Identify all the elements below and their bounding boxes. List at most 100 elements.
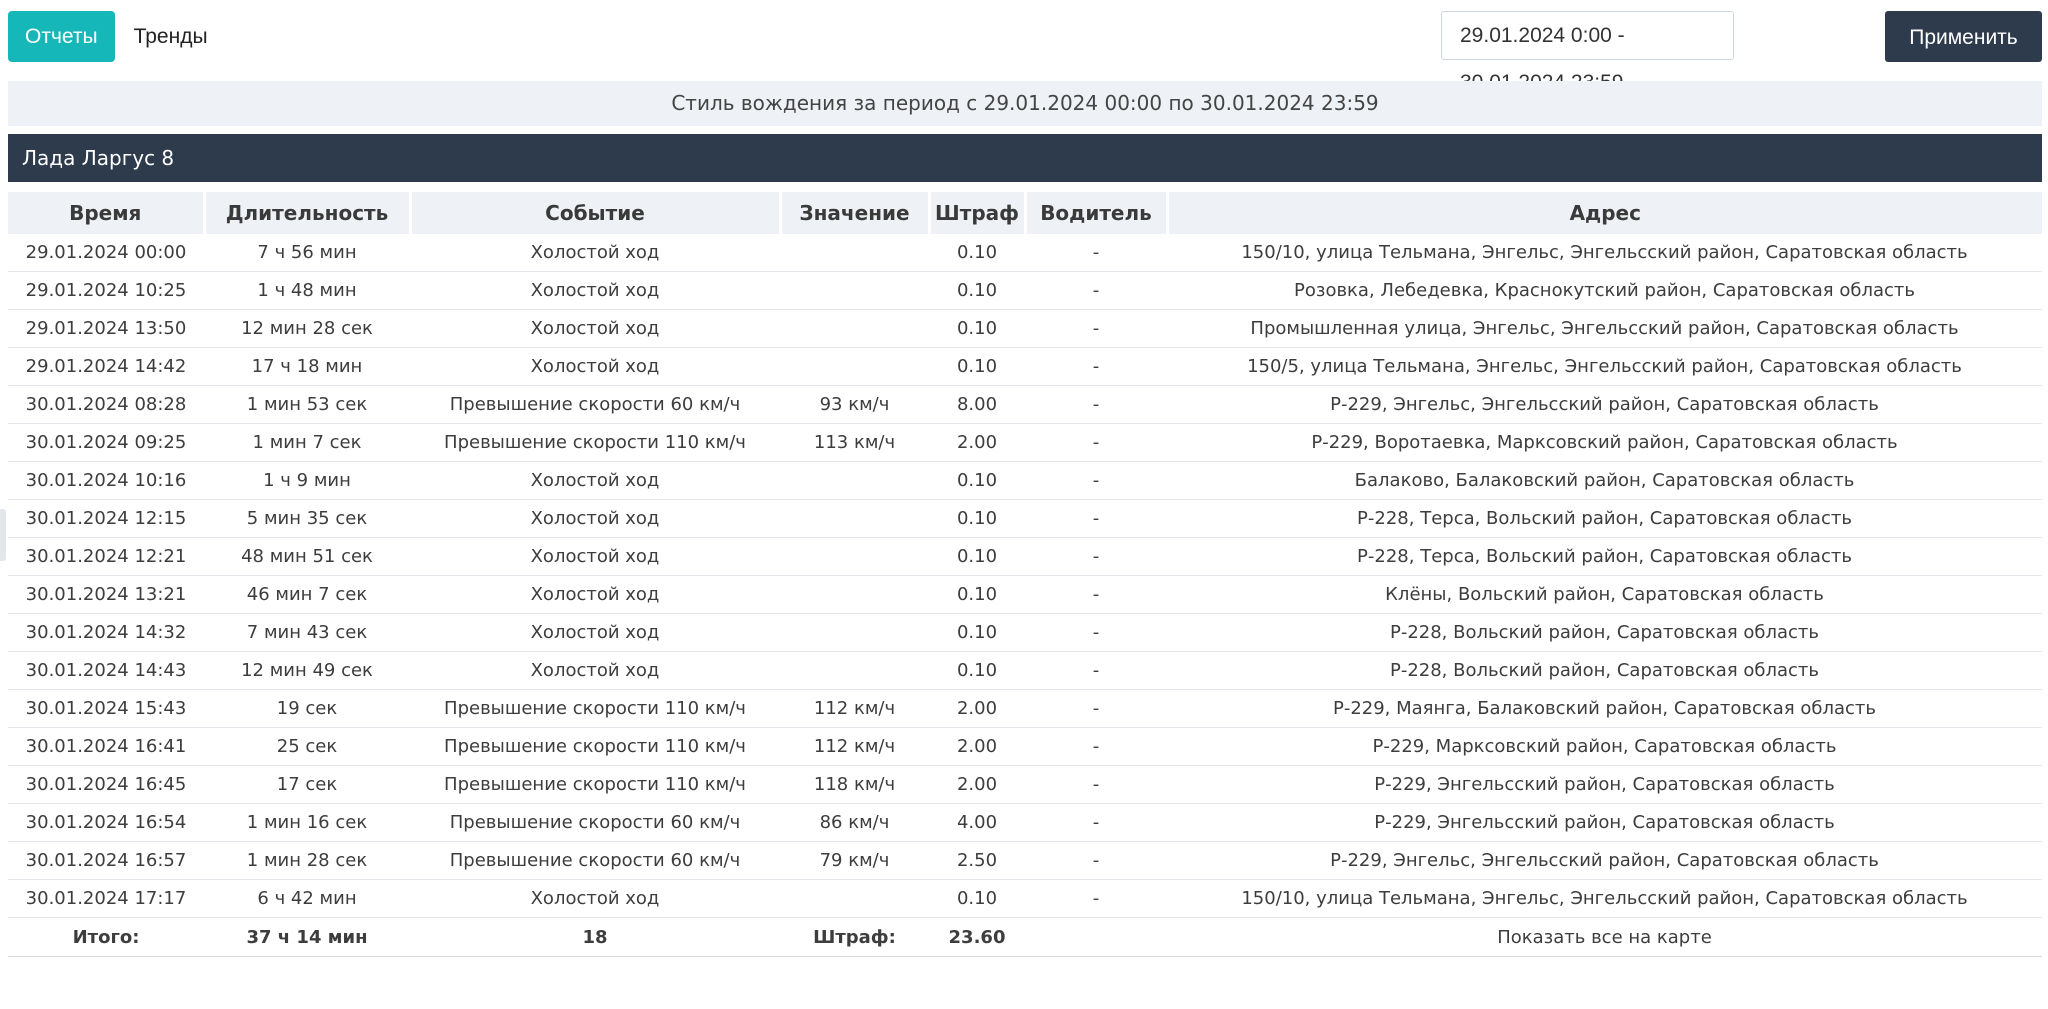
cell-fine: 8.00 bbox=[929, 385, 1025, 424]
cell-duration: 1 ч 48 мин bbox=[204, 271, 410, 310]
cell-duration: 17 сек bbox=[204, 765, 410, 804]
table-row[interactable]: 29.01.2024 10:25 1 ч 48 мин Холостой ход 0.… bbox=[8, 271, 2042, 310]
cell-address: Розовка, Лебедевка, Краснокутский район,… bbox=[1167, 271, 2042, 310]
cell-duration: 1 мин 7 сек bbox=[204, 423, 410, 462]
cell-duration: 7 ч 56 мин bbox=[204, 234, 410, 272]
cell-value bbox=[780, 537, 929, 576]
cell-value: 118 км/ч bbox=[780, 765, 929, 804]
cell-address: Р-229, Воротаевка, Марксовский район, Са… bbox=[1167, 423, 2042, 462]
table-row[interactable]: 30.01.2024 09:25 1 мин 7 сек Превышение ск… bbox=[8, 423, 2042, 462]
totals-label: Итого: bbox=[8, 917, 204, 957]
cell-address: 150/5, улица Тельмана, Энгельс, Энгельсс… bbox=[1167, 347, 2042, 386]
cell-fine: 0.10 bbox=[929, 879, 1025, 918]
cell-address: Промышленная улица, Энгельс, Энгельсский… bbox=[1167, 309, 2042, 348]
cell-driver: - bbox=[1025, 765, 1167, 804]
cell-address: 150/10, улица Тельмана, Энгельс, Энгельс… bbox=[1167, 234, 2042, 272]
cell-driver: - bbox=[1025, 423, 1167, 462]
cell-duration: 1 мин 28 сек bbox=[204, 841, 410, 880]
cell-address: 150/10, улица Тельмана, Энгельс, Энгельс… bbox=[1167, 879, 2042, 918]
cell-event: Превышение скорости 60 км/ч bbox=[410, 841, 780, 880]
cell-value bbox=[780, 879, 929, 918]
vehicle-header[interactable]: Лада Ларгус 8 bbox=[8, 134, 2042, 182]
table-row[interactable]: 30.01.2024 17:17 6 ч 42 мин Холостой ход 0.… bbox=[8, 879, 2042, 918]
cell-value bbox=[780, 499, 929, 538]
report-page: Отчеты Тренды 29.01.2024 0:00 - 30.01.20… bbox=[0, 0, 2048, 1009]
table-row[interactable]: 30.01.2024 12:21 48 мин 51 сек Холостой хо… bbox=[8, 537, 2042, 576]
cell-fine: 2.50 bbox=[929, 841, 1025, 880]
table-row[interactable]: 30.01.2024 10:16 1 ч 9 мин Холостой ход 0.1… bbox=[8, 461, 2042, 500]
table-row[interactable]: 30.01.2024 14:32 7 мин 43 сек Холостой ход… bbox=[8, 613, 2042, 652]
cell-time: 29.01.2024 13:50 bbox=[8, 309, 204, 348]
cell-driver: - bbox=[1025, 271, 1167, 310]
cell-driver: - bbox=[1025, 309, 1167, 348]
cell-duration: 5 мин 35 сек bbox=[204, 499, 410, 538]
cell-driver: - bbox=[1025, 461, 1167, 500]
cell-value: 86 км/ч bbox=[780, 803, 929, 842]
table-row[interactable]: 30.01.2024 16:45 17 сек Превышение скорост… bbox=[8, 765, 2042, 804]
table-row[interactable]: 30.01.2024 16:54 1 мин 16 сек Превышение с… bbox=[8, 803, 2042, 842]
cell-fine: 0.10 bbox=[929, 499, 1025, 538]
table-row[interactable]: 29.01.2024 13:50 12 мин 28 сек Холостой хо… bbox=[8, 309, 2042, 348]
column-header-duration[interactable]: Длительность bbox=[202, 192, 410, 234]
cell-event: Холостой ход bbox=[410, 234, 780, 272]
cell-duration: 1 мин 16 сек bbox=[204, 803, 410, 842]
cell-address: Клёны, Вольский район, Саратовская облас… bbox=[1167, 575, 2042, 614]
totals-driver-empty bbox=[1025, 917, 1167, 957]
cell-fine: 0.10 bbox=[929, 309, 1025, 348]
column-header-value[interactable]: Значение bbox=[778, 192, 929, 234]
cell-event: Холостой ход bbox=[410, 613, 780, 652]
cell-duration: 48 мин 51 сек bbox=[204, 537, 410, 576]
cell-event: Превышение скорости 110 км/ч bbox=[410, 423, 780, 462]
totals-count: 18 bbox=[410, 917, 780, 957]
cell-event: Превышение скорости 110 км/ч bbox=[410, 765, 780, 804]
tab-trends[interactable]: Тренды bbox=[117, 11, 225, 62]
cell-driver: - bbox=[1025, 803, 1167, 842]
cell-time: 30.01.2024 12:15 bbox=[8, 499, 204, 538]
cell-event: Холостой ход bbox=[410, 879, 780, 918]
cell-driver: - bbox=[1025, 234, 1167, 272]
table-row[interactable]: 30.01.2024 13:21 46 мин 7 сек Холостой ход… bbox=[8, 575, 2042, 614]
column-header-fine[interactable]: Штраф bbox=[927, 192, 1025, 234]
table-row[interactable]: 29.01.2024 14:42 17 ч 18 мин Холостой ход 0… bbox=[8, 347, 2042, 386]
cell-value bbox=[780, 651, 929, 690]
tab-reports[interactable]: Отчеты bbox=[8, 11, 115, 62]
cell-time: 29.01.2024 10:25 bbox=[8, 271, 204, 310]
table-row[interactable]: 30.01.2024 16:41 25 сек Превышение скорост… bbox=[8, 727, 2042, 766]
tab-bar: Отчеты Тренды bbox=[8, 11, 225, 62]
cell-address: Р-228, Терса, Вольский район, Саратовска… bbox=[1167, 537, 2042, 576]
cell-driver: - bbox=[1025, 841, 1167, 880]
table-row[interactable]: 30.01.2024 12:15 5 мин 35 сек Холостой ход… bbox=[8, 499, 2042, 538]
sidebar-toggle-handle[interactable] bbox=[0, 509, 6, 561]
apply-button[interactable]: Применить bbox=[1885, 11, 2042, 62]
table-row[interactable]: 29.01.2024 00:00 7 ч 56 мин Холостой ход 0.… bbox=[8, 234, 2042, 272]
column-header-time[interactable]: Время bbox=[8, 192, 204, 234]
cell-address: Р-229, Энгельсский район, Саратовская об… bbox=[1167, 803, 2042, 842]
cell-value bbox=[780, 347, 929, 386]
table-row[interactable]: 30.01.2024 16:57 1 мин 28 сек Превышение с… bbox=[8, 841, 2042, 880]
cell-address: Балаково, Балаковский район, Саратовская… bbox=[1167, 461, 2042, 500]
column-header-address[interactable]: Адрес bbox=[1165, 192, 2042, 234]
cell-driver: - bbox=[1025, 689, 1167, 728]
cell-event: Холостой ход bbox=[410, 537, 780, 576]
date-range-input[interactable]: 29.01.2024 0:00 - 30.01.2024 23:59 bbox=[1441, 11, 1734, 94]
cell-driver: - bbox=[1025, 575, 1167, 614]
cell-fine: 0.10 bbox=[929, 461, 1025, 500]
cell-duration: 1 ч 9 мин bbox=[204, 461, 410, 500]
cell-event: Холостой ход bbox=[410, 575, 780, 614]
totals-fine-label: Штраф: bbox=[780, 917, 929, 957]
cell-fine: 0.10 bbox=[929, 234, 1025, 272]
show-all-on-map-link[interactable]: Показать все на карте bbox=[1167, 917, 2042, 957]
cell-driver: - bbox=[1025, 727, 1167, 766]
cell-driver: - bbox=[1025, 879, 1167, 918]
column-header-driver[interactable]: Водитель bbox=[1023, 192, 1167, 234]
table-row[interactable]: 30.01.2024 14:43 12 мин 49 сек Холостой хо… bbox=[8, 651, 2042, 690]
table-body: 29.01.2024 00:00 7 ч 56 мин Холостой ход 0.… bbox=[8, 234, 2042, 918]
cell-duration: 6 ч 42 мин bbox=[204, 879, 410, 918]
cell-event: Превышение скорости 60 км/ч bbox=[410, 385, 780, 424]
table-row[interactable]: 30.01.2024 08:28 1 мин 53 сек Превышение с… bbox=[8, 385, 2042, 424]
cell-value: 112 км/ч bbox=[780, 689, 929, 728]
table-row[interactable]: 30.01.2024 15:43 19 сек Превышение скорост… bbox=[8, 689, 2042, 728]
cell-time: 30.01.2024 16:57 bbox=[8, 841, 204, 880]
cell-value: 79 км/ч bbox=[780, 841, 929, 880]
column-header-event[interactable]: Событие bbox=[408, 192, 780, 234]
